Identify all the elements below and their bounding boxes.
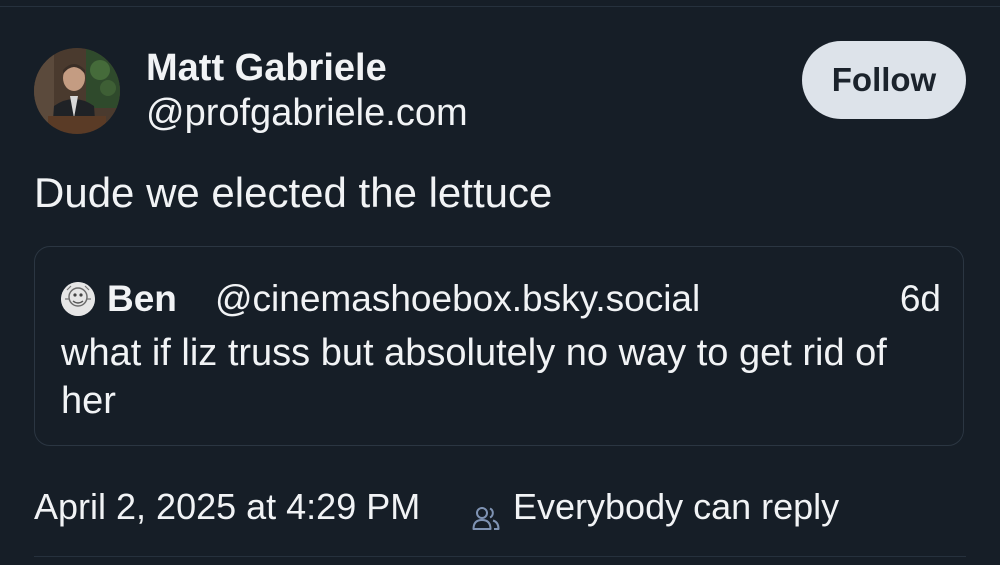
quoted-author-name[interactable]: Ben bbox=[107, 277, 177, 321]
top-divider bbox=[0, 6, 1000, 7]
post-text: Dude we elected the lettuce bbox=[34, 169, 553, 216]
post-meta: April 2, 2025 at 4:29 PM Everybody can r… bbox=[34, 482, 966, 532]
bottom-divider bbox=[34, 556, 966, 557]
post-timestamp: April 2, 2025 at 4:29 PM bbox=[34, 486, 421, 527]
quoted-author-handle[interactable]: @cinemashoebox.bsky.social bbox=[215, 277, 700, 321]
author-display-name[interactable]: Matt Gabriele bbox=[146, 46, 468, 90]
post-header: Matt Gabriele @profgabriele.com Follow bbox=[34, 40, 966, 144]
follow-button[interactable]: Follow bbox=[802, 41, 966, 119]
quoted-post-header: Ben @cinemashoebox.bsky.social 6d bbox=[61, 277, 941, 321]
quoted-post-age: 6d bbox=[899, 278, 941, 319]
quoted-post[interactable]: Ben @cinemashoebox.bsky.social 6d what i… bbox=[34, 246, 964, 446]
author-avatar[interactable] bbox=[34, 48, 120, 134]
author-handle[interactable]: @profgabriele.com bbox=[146, 90, 468, 136]
quoted-author-avatar[interactable] bbox=[61, 282, 95, 316]
quoted-post-text: what if liz truss but absolutely no way … bbox=[61, 332, 887, 422]
people-icon bbox=[472, 494, 500, 530]
reply-setting[interactable]: Everybody can reply bbox=[513, 482, 839, 532]
post: Matt Gabriele @profgabriele.com Follow D… bbox=[34, 40, 966, 530]
author-info: Matt Gabriele @profgabriele.com bbox=[146, 46, 468, 136]
